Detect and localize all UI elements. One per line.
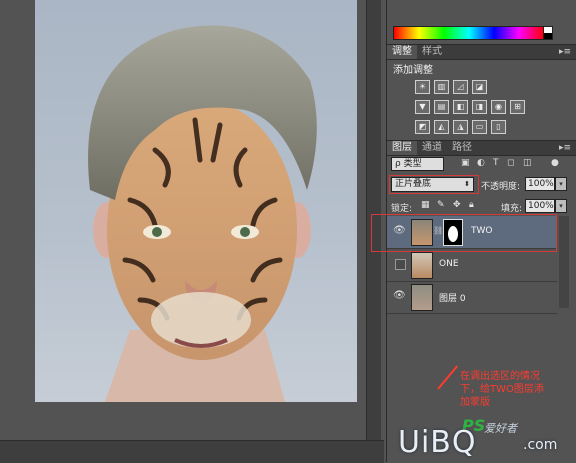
annotation-line-2: 下，给TWO图层添 [460, 384, 544, 395]
visibility-eye-icon[interactable]: 👁︎ [393, 290, 406, 302]
adjustment-icons-row-2: ▼ ▤ ◧ ◨ ◉ ⊞ [415, 100, 525, 114]
fill-input[interactable]: 100% [525, 199, 555, 213]
selective-color-icon[interactable]: ▯ [491, 120, 506, 134]
adjustments-tab-bar: 调整 样式 ▸≡ [387, 44, 576, 60]
opacity-label: 不透明度: [481, 182, 521, 192]
exposure-icon[interactable]: ◪ [472, 80, 487, 94]
lock-fill-row: 锁定: ▦ ✎ ✥ 🔒︎ 填充: 100% ▾ [391, 199, 573, 214]
filter-toggle-icon[interactable]: ● [551, 158, 559, 168]
lock-label: 锁定: [391, 204, 413, 214]
layer-thumbnail [411, 252, 433, 279]
opacity-input[interactable]: 100% [525, 177, 555, 191]
blend-mode-select[interactable]: 正片叠底 ⬍ [391, 177, 474, 192]
fill-label: 填充: [501, 204, 523, 214]
blend-mode-value: 正片叠底 [395, 179, 432, 189]
tab-adjustments[interactable]: 调整 [387, 45, 417, 59]
black-white-icon[interactable]: ◨ [472, 100, 487, 114]
lock-position-icon[interactable]: ✥ [453, 200, 461, 210]
annotation-line-3: 加蒙版 [460, 397, 490, 408]
color-spectrum[interactable] [393, 26, 545, 40]
visibility-toggle-off[interactable] [395, 259, 406, 270]
panel-menu-icon[interactable]: ▸≡ [559, 45, 571, 59]
channel-mixer-icon[interactable]: ⊞ [510, 100, 525, 114]
layers-panel-menu-icon[interactable]: ▸≡ [559, 141, 571, 155]
tiger-face-composite-image [88, 25, 317, 402]
opacity-dropdown-button[interactable]: ▾ [555, 177, 567, 191]
chevron-down-icon: ⬍ [464, 180, 470, 188]
tutorial-annotation: 在调出选区的情况 下，给TWO图层添 加蒙版 [460, 370, 570, 409]
fill-dropdown-button[interactable]: ▾ [555, 199, 567, 213]
brightness-icon[interactable]: ☀ [415, 80, 430, 94]
lock-transparent-icon[interactable]: ▦ [421, 200, 430, 210]
hue-saturation-icon[interactable]: ▤ [434, 100, 449, 114]
posterize-icon[interactable]: ◭ [434, 120, 449, 134]
layer-row-one[interactable]: ONE [387, 249, 557, 282]
photo-filter-icon[interactable]: ◉ [491, 100, 506, 114]
filter-type-icon[interactable]: T [493, 158, 499, 168]
layer-kind-filter[interactable]: ρ 类型 [391, 157, 444, 171]
blend-mode-row: 正片叠底 ⬍ 不透明度: 100% ▾ [389, 175, 573, 194]
annotation-line-1: 在调出选区的情况 [460, 371, 540, 382]
filter-pixel-icon[interactable]: ▣ [461, 158, 470, 168]
gradient-map-icon[interactable]: ▭ [472, 120, 487, 134]
tab-channels[interactable]: 通道 [417, 141, 447, 155]
adjustment-icons-row-3: ◩ ◭ ◮ ▭ ▯ [415, 120, 506, 134]
threshold-icon[interactable]: ◮ [453, 120, 468, 134]
invert-icon[interactable]: ◩ [415, 120, 430, 134]
tab-paths[interactable]: 路径 [447, 141, 477, 155]
document-image[interactable] [35, 0, 357, 402]
layer-list: 👁︎ ⛓︎ TWO ONE 👁︎ 图层 0 [371, 214, 576, 314]
layer-name[interactable]: 图层 0 [439, 291, 466, 304]
watermark-cn-text: 爱好者 [484, 422, 517, 435]
filter-smart-object-icon[interactable]: ◫ [523, 158, 532, 168]
curves-icon[interactable]: ◿ [453, 80, 468, 94]
watermark-com: .com [523, 437, 558, 453]
levels-icon[interactable]: ▥ [434, 80, 449, 94]
adjustment-icons-row-1: ☀ ▥ ◿ ◪ [415, 80, 487, 94]
layer-filter-row: ρ 类型 ▣ ◐ T ◻ ◫ ● [391, 157, 571, 171]
lock-image-icon[interactable]: ✎ [437, 200, 445, 210]
add-adjustment-title: 添加调整 [393, 65, 433, 76]
lock-all-icon[interactable]: 🔒︎ [469, 200, 474, 210]
layer-two-highlight [371, 214, 557, 252]
filter-shape-icon[interactable]: ◻ [507, 158, 514, 168]
layer-thumbnail [411, 284, 433, 311]
filter-adjustment-icon[interactable]: ◐ [477, 158, 485, 168]
watermark-uibq: UiBQ [398, 425, 477, 460]
document-canvas-area[interactable] [0, 0, 384, 463]
layers-scrollbar[interactable] [559, 216, 569, 308]
color-balance-icon[interactable]: ◧ [453, 100, 468, 114]
layer-row-layer0[interactable]: 👁︎ 图层 0 [387, 281, 557, 314]
vibrance-icon[interactable]: ▼ [415, 100, 430, 114]
tab-layers[interactable]: 图层 [387, 141, 417, 155]
canvas-horizontal-scrollbar[interactable] [0, 440, 384, 463]
tab-styles[interactable]: 样式 [417, 45, 447, 59]
layers-tab-bar: 图层 通道 路径 ▸≡ [387, 140, 576, 156]
black-white-swatch[interactable] [543, 26, 553, 40]
layer-name[interactable]: ONE [439, 259, 459, 269]
